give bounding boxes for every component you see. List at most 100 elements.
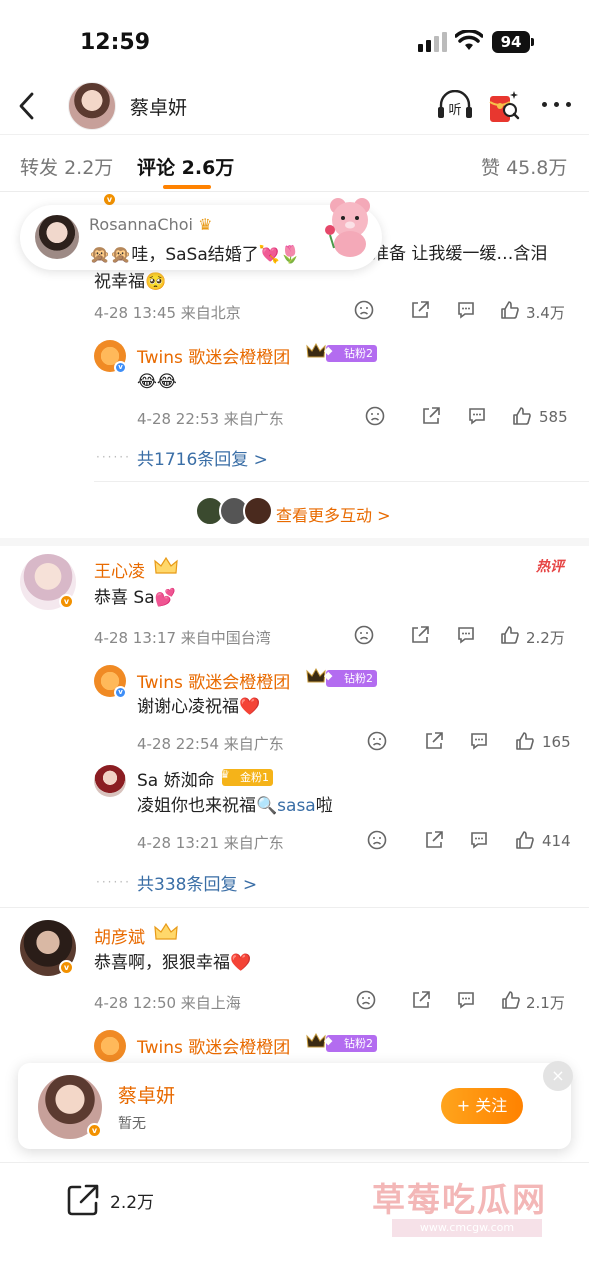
like-count: 585: [539, 408, 568, 426]
tab-active-indicator: [163, 185, 211, 189]
comment-username[interactable]: 王心凌: [94, 557, 145, 582]
tab-likes[interactable]: 赞 45.8万: [481, 153, 567, 180]
follow-card: v 蔡卓妍 暂无 + 关注 ×: [18, 1061, 573, 1149]
share-icon[interactable]: [410, 625, 430, 645]
like-count: 2.2万: [526, 629, 565, 647]
share-icon[interactable]: [410, 300, 430, 320]
crown-icon: ♛: [198, 215, 213, 234]
search-topic-link[interactable]: 🔍sasa: [256, 796, 316, 816]
like-count: 2.1万: [526, 994, 565, 1012]
pleading-emoji-icon: 🥺: [145, 272, 167, 292]
comment-actions: 3.4万: [354, 300, 572, 324]
back-icon[interactable]: [12, 88, 42, 124]
more-options-icon[interactable]: [540, 102, 572, 110]
reply-text: 谢谢心凌祝福❤️: [137, 697, 261, 717]
follow-card-subtitle: 暂无: [118, 1116, 146, 1132]
listen-icon[interactable]: 听: [436, 90, 474, 122]
crown-icon: [154, 922, 178, 940]
dislike-icon[interactable]: [367, 731, 387, 751]
repost-icon[interactable]: [66, 1183, 100, 1217]
fan-level-badge: ◆ 钻粉2: [324, 344, 377, 362]
reply-username[interactable]: Twins 歌迷会橙橙团: [137, 1033, 290, 1058]
dislike-icon[interactable]: [354, 625, 374, 645]
crown-icon: [306, 342, 326, 358]
like-count: 414: [542, 832, 571, 850]
section-divider: [0, 538, 589, 546]
page-title: 蔡卓妍: [130, 97, 188, 119]
dislike-icon[interactable]: [367, 830, 387, 850]
hot-comment-badge: 热评: [536, 559, 564, 575]
reply-icon[interactable]: [467, 406, 487, 426]
diamond-icon: ◆: [324, 669, 333, 682]
reply-username[interactable]: Twins 歌迷会橙橙团: [137, 343, 290, 368]
crown-icon: [154, 556, 178, 574]
avatar[interactable]: [94, 1030, 126, 1062]
like-icon[interactable]: [515, 830, 535, 850]
verified-badge-icon: v: [59, 594, 74, 609]
crown-small-icon: ♛: [220, 768, 230, 781]
share-icon[interactable]: [411, 990, 431, 1010]
dislike-icon[interactable]: [354, 300, 374, 320]
popup-text: 🙊🙊哇，SaSa结婚了💘🌷: [89, 245, 302, 265]
comment-actions: 2.1万: [356, 990, 572, 1014]
follow-button[interactable]: + 关注: [441, 1088, 523, 1124]
verified-badge-icon: v: [114, 686, 127, 699]
wifi-icon: [455, 30, 483, 50]
avatar[interactable]: [94, 765, 126, 797]
close-icon[interactable]: ×: [543, 1061, 573, 1091]
reply-actions: 414: [367, 830, 572, 854]
tab-bar: 转发 2.2万 评论 2.6万 赞 45.8万: [0, 134, 589, 192]
comment-meta: 4-28 13:17 来自中国台湾: [94, 629, 271, 647]
avatar: [35, 215, 79, 259]
reply-icon[interactable]: [456, 990, 476, 1010]
share-icon[interactable]: [424, 830, 444, 850]
reply-actions: 165: [367, 731, 572, 755]
reply-icon[interactable]: [469, 731, 489, 751]
diamond-icon: ◆: [324, 1034, 333, 1047]
more-replies-link[interactable]: 共1716条回复 >: [137, 445, 268, 470]
cellular-signal-icon: [418, 32, 448, 52]
like-icon[interactable]: [500, 625, 520, 645]
avatar[interactable]: [68, 82, 116, 130]
view-more-interactions-link[interactable]: 查看更多互动 >: [276, 502, 391, 526]
more-replies-link[interactable]: 共338条回复 >: [137, 870, 257, 895]
comment-text: 恭喜啊，狠狠幸福❤️: [94, 953, 252, 973]
reply-username[interactable]: Sa 娇洳命: [137, 766, 215, 791]
tab-comments[interactable]: 评论 2.6万: [137, 153, 234, 180]
share-icon[interactable]: [424, 731, 444, 751]
thread-dots: ······: [96, 450, 131, 464]
comment-username[interactable]: 胡彦斌: [94, 923, 145, 948]
repost-count[interactable]: 2.2万: [110, 1188, 154, 1213]
reply-text: 凌姐你也来祝福🔍sasa啦: [137, 796, 333, 816]
like-icon[interactable]: [515, 731, 535, 751]
like-icon[interactable]: [500, 300, 520, 320]
like-icon[interactable]: [512, 406, 532, 426]
verified-badge-icon: v: [59, 960, 74, 975]
reply-meta: 4-28 22:54 来自广东: [137, 735, 284, 753]
diamond-icon: ◆: [324, 344, 333, 357]
reply-meta: 4-28 13:21 来自广东: [137, 834, 284, 852]
hands-emoji-icon: 🙊🙊: [89, 245, 132, 265]
dislike-icon[interactable]: [365, 406, 385, 426]
like-icon[interactable]: [501, 990, 521, 1010]
reply-icon[interactable]: [456, 300, 476, 320]
red-packet-icon[interactable]: [488, 88, 520, 124]
listen-icon-text: 听: [448, 103, 461, 118]
follow-card-name[interactable]: 蔡卓妍: [118, 1081, 175, 1108]
tab-repost[interactable]: 转发 2.2万: [20, 153, 113, 180]
reply-username[interactable]: Twins 歌迷会橙橙团: [137, 668, 290, 693]
avatar: [243, 496, 273, 526]
fan-level-badge: ◆ 钻粉2: [324, 1034, 377, 1052]
verified-badge-icon: v: [114, 361, 127, 374]
teddy-bear-icon: [325, 198, 370, 257]
dislike-icon[interactable]: [356, 990, 376, 1010]
reply-icon[interactable]: [456, 625, 476, 645]
status-bar: 12:59 94: [0, 0, 589, 80]
reply-actions: 585: [365, 406, 570, 430]
share-icon[interactable]: [421, 406, 441, 426]
interaction-avatars[interactable]: [195, 496, 275, 528]
reply-meta: 4-28 22:53 来自广东: [137, 410, 284, 428]
reply-icon[interactable]: [469, 830, 489, 850]
crown-icon: [306, 1032, 326, 1048]
battery-icon: 94: [492, 31, 530, 53]
